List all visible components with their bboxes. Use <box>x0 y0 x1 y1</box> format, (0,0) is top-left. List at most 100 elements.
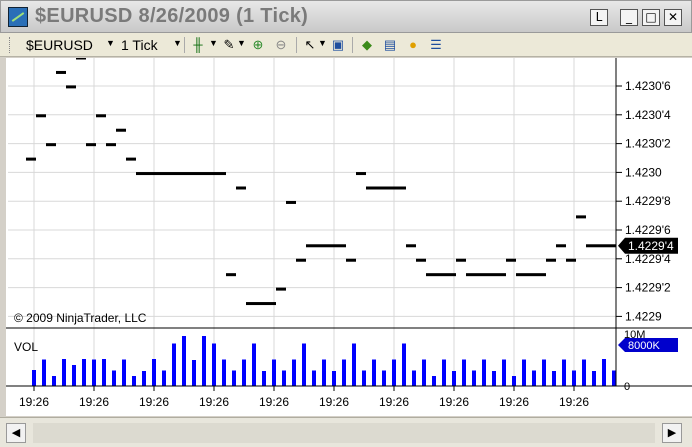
time-axis-label: 19:26 <box>559 395 589 409</box>
price-axis-label: 1.4230'6 <box>625 79 671 93</box>
volume-bar <box>252 343 256 386</box>
close-button[interactable]: ✕ <box>664 9 682 26</box>
price-tick-bar <box>116 128 126 132</box>
time-axis-label: 19:26 <box>139 395 169 409</box>
volume-marker-value: 8000K <box>628 340 660 352</box>
strategy-icon[interactable]: ◆ <box>359 37 375 53</box>
volume-bar <box>402 343 406 386</box>
price-tick-bar <box>526 273 536 277</box>
volume-bar <box>482 359 486 386</box>
minimize-button[interactable]: _ <box>620 9 638 26</box>
volume-bar <box>552 371 556 386</box>
price-tick-bar <box>256 302 266 306</box>
volume-axis-bottom-label: 0 <box>624 381 630 393</box>
volume-bar <box>602 359 606 386</box>
volume-bar <box>522 359 526 386</box>
price-tick-bar <box>496 273 506 277</box>
instrument-dropdown-arrow-icon[interactable]: ▼ <box>106 38 115 48</box>
last-price-value: 1.4229'4 <box>628 239 674 253</box>
price-tick-bar <box>536 273 546 277</box>
price-tick-bar <box>246 302 256 306</box>
time-axis-label: 19:26 <box>319 395 349 409</box>
volume-bar <box>542 359 546 386</box>
chart-panel[interactable]: 1.4230'6 1.4230'4 1.4230'2 1.4230 1.4229'8 1.… <box>6 56 692 416</box>
volume-bar <box>612 370 616 386</box>
data-box-icon[interactable]: ☰ <box>428 37 444 53</box>
currency-icon[interactable]: ● <box>405 37 421 53</box>
time-axis-label: 19:26 <box>79 395 109 409</box>
ninjatrader-app-icon <box>8 7 28 27</box>
interval-selector[interactable]: 1 Tick <box>121 37 158 53</box>
cursor-dropdown-arrow-icon[interactable]: ▼ <box>318 38 327 48</box>
volume-bar <box>182 336 186 386</box>
price-tick-bar <box>316 244 326 248</box>
toolbar-grip[interactable] <box>9 37 13 53</box>
maximize-button[interactable]: □ <box>642 9 660 26</box>
volume-bar <box>292 359 296 386</box>
volume-bar <box>422 359 426 386</box>
price-tick-bar <box>106 143 116 147</box>
volume-bar <box>232 370 236 386</box>
price-axis-label: 1.4230'2 <box>625 137 671 151</box>
volume-bar <box>442 359 446 386</box>
price-tick-bar <box>166 172 176 176</box>
zoom-out-icon[interactable]: ⊖ <box>273 37 289 53</box>
pencil-icon[interactable]: ✎ <box>221 37 237 53</box>
volume-bar <box>572 370 576 386</box>
price-tick-bar <box>426 273 436 277</box>
scroll-left-arrow-icon[interactable]: ◀ <box>6 423 26 443</box>
volume-bar <box>162 370 166 386</box>
horizontal-scrollbar[interactable]: ◀ ▶ <box>0 417 692 447</box>
scrollbar-track[interactable] <box>33 423 655 443</box>
price-tick-bar <box>486 273 496 277</box>
toolbar-separator <box>184 37 185 53</box>
price-axis-label: 1.4229'8 <box>625 194 671 208</box>
volume-bar <box>502 359 506 386</box>
indicator-icon[interactable]: ▤ <box>382 37 398 53</box>
price-tick-bar <box>126 157 136 161</box>
time-axis-label: 19:26 <box>379 395 409 409</box>
price-tick-bar <box>326 244 336 248</box>
price-tick-bar <box>396 186 406 190</box>
volume-bar <box>112 370 116 386</box>
price-tick-bar <box>356 172 366 176</box>
price-tick-bar <box>216 172 226 176</box>
scroll-right-arrow-icon[interactable]: ▶ <box>662 423 682 443</box>
properties-icon[interactable]: ▣ <box>330 37 346 53</box>
zoom-in-icon[interactable]: ⊕ <box>250 37 266 53</box>
candlestick-icon[interactable]: ╫ <box>190 37 206 53</box>
time-axis-label: 19:26 <box>199 395 229 409</box>
volume-marker: 8000K <box>618 338 678 352</box>
volume-bar <box>462 359 466 386</box>
volume-bar <box>202 336 206 386</box>
volume-bar <box>242 359 246 386</box>
price-volume-chart[interactable]: 1.4230'6 1.4230'4 1.4230'2 1.4230 1.4229'8 1.… <box>6 56 692 416</box>
instrument-selector[interactable]: $EURUSD <box>26 37 93 53</box>
window-title-bar[interactable]: $EURUSD 8/26/2009 (1 Tick) L _ □ ✕ <box>0 0 692 33</box>
volume-series <box>32 336 616 386</box>
cursor-icon[interactable]: ↖ <box>302 37 318 53</box>
time-axis-label: 19:26 <box>439 395 469 409</box>
volume-bar <box>62 359 66 386</box>
volume-bar <box>392 359 396 386</box>
chart-grid <box>8 58 616 386</box>
price-tick-bar <box>226 273 236 277</box>
price-tick-bar <box>386 186 396 190</box>
drawing-tools-dropdown-arrow-icon[interactable]: ▼ <box>237 38 246 48</box>
interval-dropdown-arrow-icon[interactable]: ▼ <box>173 38 182 48</box>
price-tick-bar <box>406 244 416 248</box>
volume-bar <box>382 370 386 386</box>
price-tick-bar <box>46 143 56 147</box>
price-series <box>26 56 616 306</box>
volume-bar <box>32 370 36 386</box>
volume-bar <box>152 359 156 386</box>
link-button[interactable]: L <box>590 9 608 26</box>
price-tick-bar <box>456 258 466 262</box>
price-tick-bar <box>596 244 606 248</box>
volume-bar <box>512 376 516 386</box>
chart-style-dropdown-arrow-icon[interactable]: ▼ <box>209 38 218 48</box>
price-tick-bar <box>86 143 96 147</box>
price-tick-bar <box>36 114 46 118</box>
copyright-text: © 2009 NinjaTrader, LLC <box>14 311 147 325</box>
volume-bar <box>452 371 456 386</box>
